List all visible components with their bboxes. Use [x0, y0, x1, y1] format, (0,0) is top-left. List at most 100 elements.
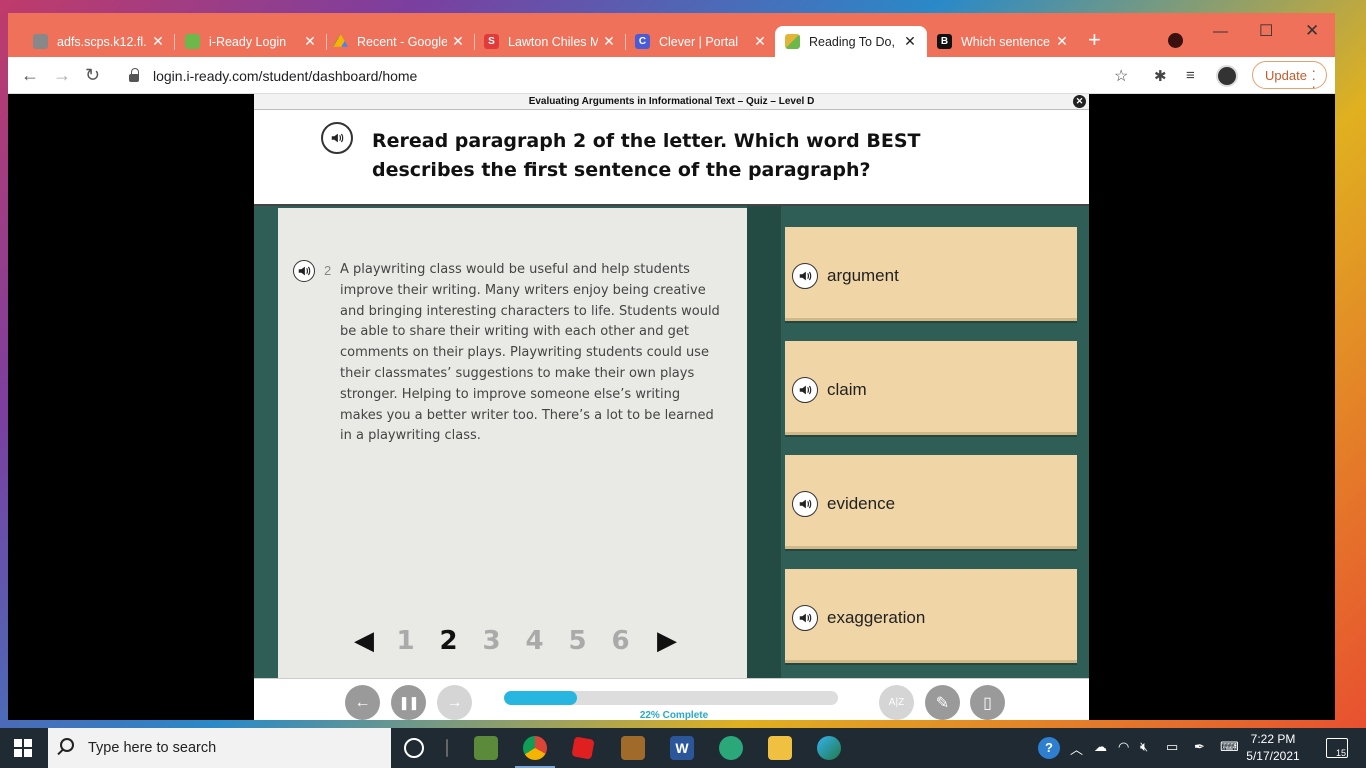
tab-favicon-icon — [33, 34, 48, 49]
word-icon[interactable]: W — [670, 736, 694, 760]
back-icon[interactable]: ← — [21, 65, 39, 85]
tab-close-icon[interactable]: ✕ — [151, 33, 165, 50]
tab-close-icon[interactable]: ✕ — [753, 33, 767, 50]
pen-icon[interactable]: ✒ — [1194, 739, 1205, 755]
back-arrow-icon[interactable]: ← — [345, 685, 380, 720]
onedrive-icon[interactable]: ☁ — [1094, 739, 1107, 755]
tab-clever-portal[interactable]: C Clever | Portal ✕ — [625, 26, 777, 57]
volume-muted-icon[interactable]: 🔇︎ — [1140, 739, 1148, 755]
update-button[interactable]: Update · · · — [1252, 61, 1327, 93]
iready-quiz: Evaluating Arguments in Informational Te… — [254, 94, 1089, 720]
battery-icon[interactable]: ▭ — [1166, 739, 1178, 755]
tab-close-icon[interactable]: ✕ — [451, 33, 465, 50]
choice-audio-speaker-icon[interactable] — [792, 491, 818, 517]
tab-close-icon[interactable]: ✕ — [1055, 33, 1069, 50]
url-text: login.i-ready.com/student/dashboard/home — [153, 68, 418, 84]
tab-lawton-chiles[interactable]: SLawton Chiles Middle✕ — [474, 26, 626, 57]
choice-argument[interactable]: argument — [785, 227, 1077, 321]
tab-adfs[interactable]: adfs.scps.k12.fl.us✕ — [23, 26, 175, 57]
progress-bar — [504, 691, 838, 705]
taskbar-clock[interactable]: 7:22 PM 5/17/2021 — [1244, 731, 1302, 765]
choice-label: argument — [827, 266, 899, 285]
progress-label: 22% Complete — [639, 710, 709, 720]
minecraft-icon[interactable] — [474, 736, 498, 760]
notification-center-icon[interactable]: 15 — [1326, 738, 1348, 758]
tab-close-icon[interactable]: ✕ — [602, 33, 616, 50]
drive-icon — [333, 34, 348, 47]
tab-google-drive[interactable]: Recent - Google Drive✕ — [323, 26, 475, 57]
progress-fill — [504, 691, 578, 705]
minecraft-chest-icon[interactable] — [621, 736, 645, 760]
tab-favicon-icon: B — [937, 34, 952, 49]
iready-cube-icon — [785, 34, 800, 49]
help-icon[interactable]: ? — [1038, 737, 1060, 759]
reload-icon[interactable]: ↻ — [85, 65, 100, 85]
app-icon[interactable] — [719, 736, 743, 760]
choice-claim[interactable]: claim — [785, 341, 1077, 435]
choice-label: exaggeration — [827, 608, 926, 627]
page-5[interactable]: 5 — [556, 626, 599, 656]
tab-favicon-icon: S — [484, 34, 499, 49]
tab-which-sentence[interactable]: B Which sentence ✕ — [927, 26, 1079, 57]
page-3[interactable]: 3 — [470, 626, 513, 656]
address-bar[interactable]: login.i-ready.com/student/dashboard/home — [129, 62, 1143, 90]
extensions-icon[interactable]: ✱ — [1154, 67, 1167, 85]
glossary-icon[interactable]: A|Z — [879, 685, 914, 720]
new-tab-icon[interactable]: + — [1088, 29, 1101, 51]
page-6[interactable]: 6 — [599, 626, 642, 656]
notepad-icon[interactable]: ▯ — [970, 685, 1005, 720]
quiz-controls: ← ❚❚ → 22% Complete A|Z ✎ ▯ — [254, 678, 1089, 720]
page-4[interactable]: 4 — [513, 626, 556, 656]
passage-panel: 2 A playwriting class would be useful an… — [278, 208, 747, 678]
choice-evidence[interactable]: evidence — [785, 455, 1077, 549]
tab-strip: adfs.scps.k12.fl.us✕ i-Ready Login✕ Rece… — [8, 13, 1335, 57]
bookmark-star-icon[interactable]: ☆ — [1114, 66, 1128, 86]
lesson-title: Evaluating Arguments in Informational Te… — [254, 94, 1089, 110]
choice-exaggeration[interactable]: exaggeration — [785, 569, 1077, 663]
panel-divider — [747, 206, 781, 678]
page-1[interactable]: 1 — [384, 626, 427, 656]
windows-start-icon[interactable] — [14, 739, 32, 757]
next-page-arrow-icon[interactable]: ▶ — [642, 626, 692, 656]
browser-window: adfs.scps.k12.fl.us✕ i-Ready Login✕ Rece… — [8, 13, 1335, 720]
page-content: Evaluating Arguments in Informational Te… — [8, 94, 1335, 720]
page-2[interactable]: 2 — [427, 626, 470, 656]
passage-audio-speaker-icon[interactable] — [293, 260, 315, 282]
choice-audio-speaker-icon[interactable] — [792, 377, 818, 403]
choice-audio-speaker-icon[interactable] — [792, 605, 818, 631]
close-window-icon[interactable]: ✕ — [1305, 21, 1319, 41]
forward-arrow-icon[interactable]: → — [437, 685, 472, 720]
tab-search-icon[interactable] — [1168, 33, 1183, 48]
taskbar-search-input[interactable]: Type here to search — [48, 728, 391, 768]
avatar[interactable] — [1216, 65, 1238, 87]
tab-close-icon[interactable]: ✕ — [303, 33, 317, 50]
reading-list-icon[interactable]: ≡ — [1186, 67, 1195, 84]
choice-audio-speaker-icon[interactable] — [792, 263, 818, 289]
forward-icon[interactable]: → — [53, 65, 71, 85]
tab-favicon-icon — [185, 34, 200, 49]
question-audio-speaker-icon[interactable] — [321, 122, 353, 154]
keyboard-icon[interactable]: ⌨ — [1220, 739, 1239, 755]
prev-page-arrow-icon[interactable]: ◀ — [344, 626, 384, 656]
tab-close-icon[interactable]: ✕ — [903, 33, 917, 50]
task-view-icon[interactable] — [446, 739, 448, 757]
tab-reading-to-do[interactable]: Reading To Do, i-Ready✕ — [775, 26, 927, 57]
close-lesson-icon[interactable]: ✕ — [1073, 95, 1086, 108]
roblox-icon[interactable] — [571, 736, 595, 760]
chrome-icon[interactable] — [515, 736, 555, 768]
windows-taskbar: Type here to search W ? ︿ ☁ ◠ 🔇︎ ▭ ✒ ⌨ 7… — [0, 728, 1366, 768]
edge-icon[interactable] — [817, 736, 841, 760]
wifi-icon[interactable]: ◠ — [1118, 739, 1129, 755]
maximize-icon[interactable]: ☐ — [1259, 21, 1273, 41]
file-explorer-icon[interactable] — [768, 736, 792, 760]
choice-label: evidence — [827, 494, 896, 513]
passage-text: A playwriting class would be useful and … — [340, 262, 720, 444]
quiz-stage: 2 A playwriting class would be useful an… — [254, 206, 1089, 678]
cortana-icon[interactable] — [404, 738, 424, 758]
chevron-up-icon[interactable]: ︿ — [1070, 739, 1083, 758]
pencil-icon[interactable]: ✎ — [925, 685, 960, 720]
pause-icon[interactable]: ❚❚ — [391, 685, 426, 720]
tab-iready-login[interactable]: i-Ready Login ✕ — [175, 26, 327, 57]
minimize-icon[interactable]: — — [1213, 23, 1228, 40]
paragraph-number: 2 — [324, 263, 332, 278]
